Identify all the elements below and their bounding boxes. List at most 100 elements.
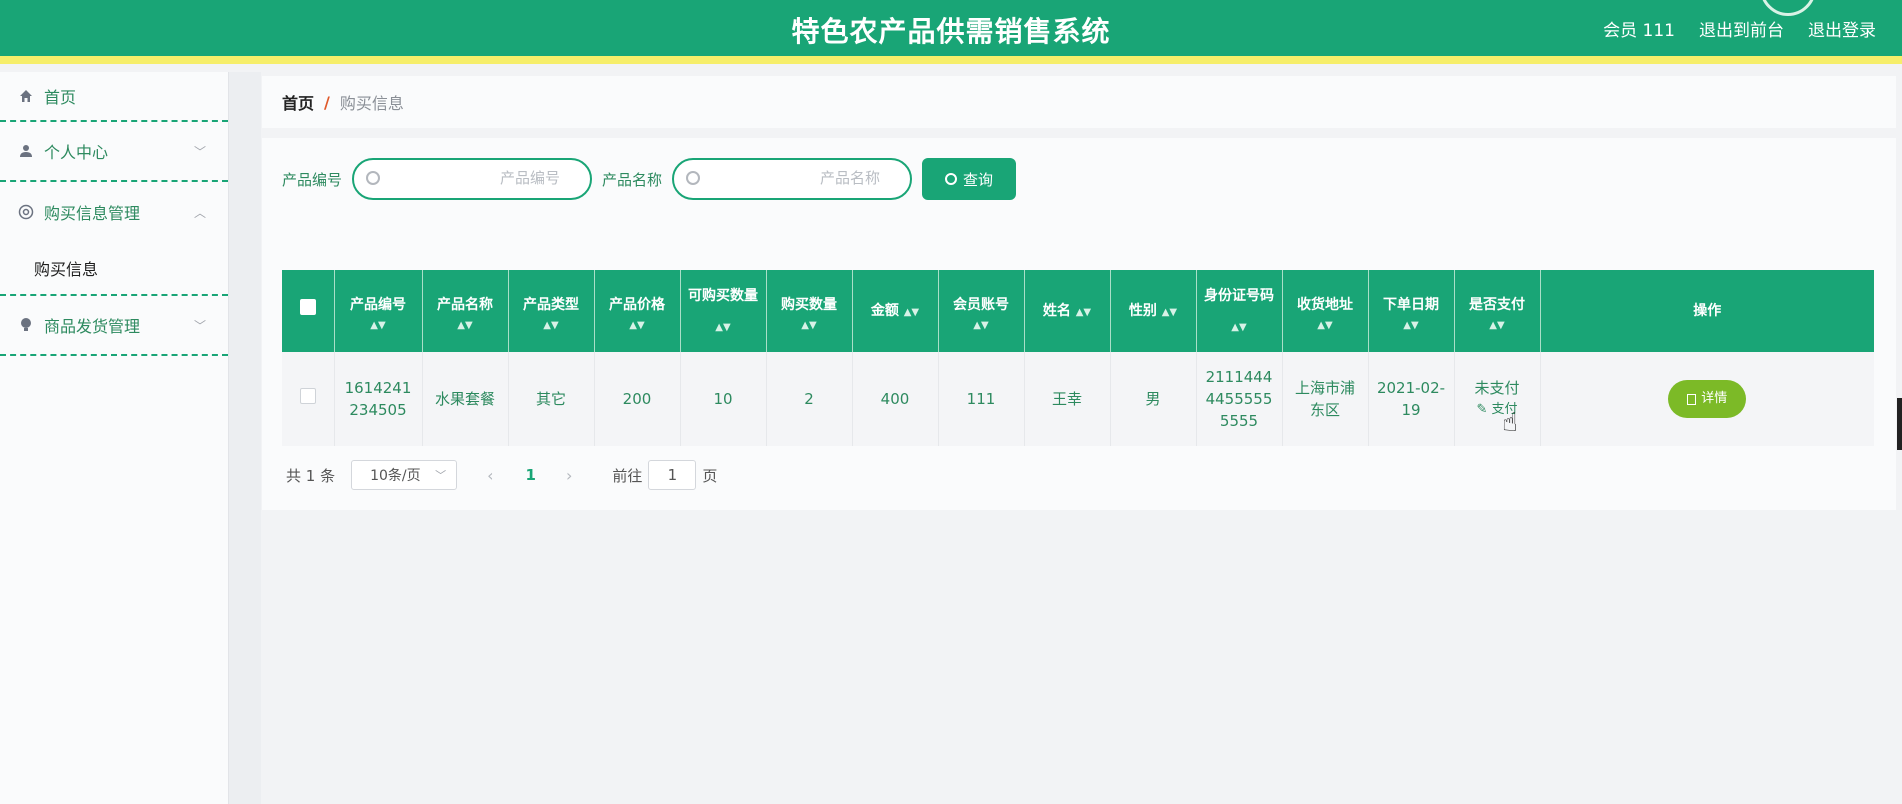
goto-page-input[interactable]: 1	[648, 460, 697, 490]
page-size-select[interactable]: 10条/页 ﹀	[351, 460, 458, 490]
column-header[interactable]: 金额 ▲▼	[852, 270, 939, 352]
scrollbar-handle[interactable]	[1897, 398, 1902, 450]
sort-icon[interactable]: ▲▼	[1162, 307, 1177, 319]
sort-icon[interactable]: ▲▼	[1373, 320, 1450, 332]
breadcrumb-home[interactable]: 首页	[282, 90, 314, 114]
cell-product-name: 水果套餐	[422, 352, 509, 446]
product-code-input[interactable]	[410, 169, 561, 187]
cell-available: 10	[680, 352, 767, 446]
sidebar-gap	[229, 72, 261, 804]
product-name-label: 产品名称	[602, 170, 663, 189]
product-name-input[interactable]	[730, 169, 881, 187]
column-header[interactable]: 产品编号 ▲▼	[334, 270, 423, 352]
breadcrumb: 首页 / 购买信息	[262, 76, 1896, 128]
sidebar-item-label: 首页	[44, 88, 77, 107]
cell-paid: 未支付 ✎ 支付	[1454, 352, 1541, 446]
goto-label: 前往	[612, 466, 643, 485]
next-page-icon[interactable]: ›	[566, 466, 572, 485]
search-icon	[686, 171, 701, 185]
total-count: 共 1 条	[286, 466, 336, 485]
page-number[interactable]: 1	[526, 466, 536, 484]
sort-icon[interactable]: ▲▼	[1459, 320, 1536, 332]
sort-icon[interactable]: ▲▼	[1231, 322, 1246, 334]
table-header-row: 产品编号 ▲▼ 产品名称 ▲▼ 产品类型 ▲▼ 产品价格 ▲▼ 可购买数量 ▲▼ 购买数…	[282, 270, 1874, 352]
document-icon	[1687, 393, 1697, 405]
column-header[interactable]: 是否支付 ▲▼	[1454, 270, 1541, 352]
cell-name: 王幸	[1024, 352, 1111, 446]
query-button-label: 查询	[963, 170, 994, 189]
back-to-front-link[interactable]: 退出到前台	[1699, 16, 1784, 41]
sidebar-item-label: 购买信息管理	[44, 204, 141, 223]
column-header[interactable]: 产品名称 ▲▼	[422, 270, 509, 352]
sort-icon[interactable]: ▲▼	[1076, 307, 1091, 319]
search-icon	[366, 171, 381, 185]
sidebar-item-shipping-management[interactable]: 商品发货管理 ﹀	[0, 296, 228, 356]
cell-id-card: 211144444555555555	[1196, 352, 1283, 446]
column-header[interactable]: 收货地址 ▲▼	[1282, 270, 1369, 352]
pay-link[interactable]: ✎ 支付	[1461, 399, 1534, 421]
home-icon	[18, 88, 34, 104]
search-bar: 产品编号 产品名称 查询	[282, 158, 1017, 200]
paid-status: 未支付	[1474, 379, 1520, 397]
column-header[interactable]: 姓名 ▲▼	[1024, 270, 1111, 352]
cell-account: 111	[938, 352, 1025, 446]
table-row: 1614241234505 水果套餐 其它 200 10 2 400 111 王…	[282, 352, 1874, 446]
page-size-value: 10条/页	[370, 468, 421, 484]
select-all-checkbox[interactable]	[299, 299, 316, 315]
breadcrumb-separator: /	[324, 92, 330, 112]
cell-price: 200	[594, 352, 681, 446]
sort-icon[interactable]: ▲▼	[943, 320, 1020, 332]
user-icon	[18, 143, 34, 159]
header-links: 会员 111 退出到前台 退出登录	[1603, 16, 1876, 41]
sidebar-item-purchase-management[interactable]: 购买信息管理 ︿	[0, 182, 228, 242]
column-header-actions: 操作	[1540, 270, 1874, 352]
detail-button[interactable]: 详情	[1668, 380, 1747, 418]
breadcrumb-current: 购买信息	[339, 94, 404, 113]
column-header[interactable]: 产品价格 ▲▼	[594, 270, 681, 352]
cell-date: 2021-02-19	[1368, 352, 1455, 446]
purchase-table: 产品编号 ▲▼ 产品名称 ▲▼ 产品类型 ▲▼ 产品价格 ▲▼ 可购买数量 ▲▼ 购买数…	[282, 270, 1874, 446]
column-header[interactable]: 购买数量 ▲▼	[766, 270, 853, 352]
sidebar-item-home[interactable]: 首页	[0, 72, 228, 122]
sort-icon[interactable]: ▲▼	[599, 320, 676, 332]
column-header[interactable]: 产品类型 ▲▼	[508, 270, 595, 352]
prev-page-icon[interactable]: ‹	[487, 466, 493, 485]
detail-button-label: 详情	[1701, 391, 1728, 406]
cell-gender: 男	[1110, 352, 1197, 446]
sort-icon[interactable]: ▲▼	[427, 320, 504, 332]
cell-quantity: 2	[766, 352, 853, 446]
sort-icon[interactable]: ▲▼	[771, 320, 848, 332]
pagination: 共 1 条 10条/页 ﹀ ‹ 1 › 前往 1 页	[286, 460, 717, 490]
sidebar: 首页 个人中心 ﹀ 购买信息管理 ︿ 购买信息 商品发货管理 ﹀	[0, 72, 229, 804]
cell-amount: 400	[852, 352, 939, 446]
top-header: 特色农产品供需销售系统 会员 111 退出到前台 退出登录	[0, 0, 1902, 64]
search-icon	[945, 173, 958, 185]
row-checkbox[interactable]	[299, 388, 316, 404]
product-code-field[interactable]	[352, 158, 593, 200]
sidebar-subitem-purchase-info[interactable]: 购买信息	[0, 242, 228, 296]
settings-icon	[18, 204, 34, 220]
product-name-field[interactable]	[672, 158, 913, 200]
page-suffix: 页	[702, 466, 718, 485]
logout-link[interactable]: 退出登录	[1808, 16, 1876, 41]
sort-icon[interactable]: ▲▼	[715, 322, 730, 334]
sort-icon[interactable]: ▲▼	[339, 320, 418, 332]
cell-address: 上海市浦东区	[1282, 352, 1369, 446]
sort-icon[interactable]: ▲▼	[513, 320, 590, 332]
sort-icon[interactable]: ▲▼	[1287, 320, 1364, 332]
column-header[interactable]: 可购买数量 ▲▼	[680, 270, 767, 352]
column-header[interactable]: 下单日期 ▲▼	[1368, 270, 1455, 352]
sidebar-item-label: 个人中心	[44, 143, 109, 162]
chevron-down-icon: ﹀	[193, 144, 206, 159]
sort-icon[interactable]: ▲▼	[904, 307, 919, 319]
sidebar-item-profile[interactable]: 个人中心 ﹀	[0, 122, 228, 182]
row-select-cell[interactable]	[282, 352, 335, 446]
column-header[interactable]: 会员账号 ▲▼	[938, 270, 1025, 352]
cell-product-code: 1614241234505	[334, 352, 423, 446]
query-button[interactable]: 查询	[922, 158, 1017, 200]
column-header[interactable]: 身份证号码 ▲▼	[1196, 270, 1283, 352]
column-header[interactable]: 性别 ▲▼	[1110, 270, 1197, 352]
cell-actions: 详情	[1540, 352, 1874, 446]
cell-product-type: 其它	[508, 352, 595, 446]
select-all-cell[interactable]	[282, 270, 335, 352]
